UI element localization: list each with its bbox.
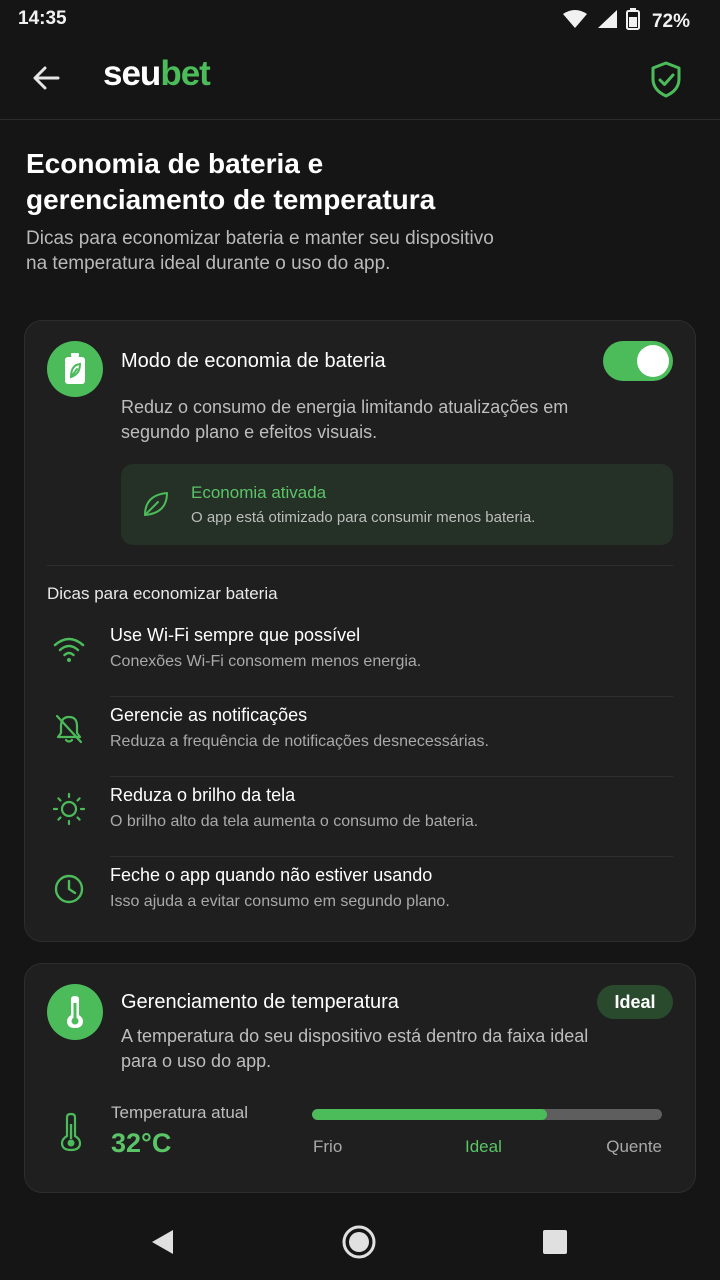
page-title: Economia de bateria e gerenciamento de t… bbox=[26, 148, 436, 215]
arrow-left-icon bbox=[32, 66, 60, 95]
system-nav-bar bbox=[0, 1200, 720, 1280]
gauge-label-high: Quente bbox=[606, 1137, 662, 1156]
tip-title: Feche o app quando não estiver usando bbox=[110, 865, 433, 885]
nav-recents-button[interactable] bbox=[535, 1224, 575, 1264]
app-bar: seubet bbox=[0, 40, 720, 120]
leaf-icon bbox=[141, 489, 171, 524]
battery-saver-toggle[interactable] bbox=[603, 341, 673, 381]
tip-text: O brilho alto da tela aumenta o consumo … bbox=[110, 813, 479, 830]
tip-item: Use Wi-Fi sempre que possível Conexões W… bbox=[47, 617, 673, 697]
recents-square-icon bbox=[542, 1229, 568, 1260]
bell-off-icon bbox=[51, 711, 87, 747]
status-bar: 14:35 72% bbox=[0, 0, 720, 40]
temperature-gauge bbox=[312, 1109, 662, 1120]
saver-status-box: Economia ativada O app está otimizado pa… bbox=[121, 464, 673, 545]
tips-heading: Dicas para economizar bateria bbox=[47, 584, 278, 603]
logo-text-seu: seu bbox=[103, 54, 161, 93]
battery-leaf-icon bbox=[47, 341, 103, 397]
tip-title: Reduza o brilho da tela bbox=[110, 785, 296, 805]
divider bbox=[47, 565, 673, 566]
wifi-icon bbox=[562, 9, 588, 34]
temperature-gauge-fill bbox=[312, 1109, 547, 1120]
battery-icon bbox=[625, 8, 640, 35]
gauge-label-low: Frio bbox=[313, 1137, 343, 1156]
security-button[interactable] bbox=[648, 60, 684, 100]
saver-status-title: Economia ativada bbox=[191, 483, 327, 502]
app-logo: seubet bbox=[103, 54, 211, 94]
nav-home-button[interactable] bbox=[339, 1224, 379, 1264]
toggle-knob bbox=[637, 345, 669, 377]
battery-percent: 72% bbox=[651, 10, 690, 32]
battery-saver-description: Reduz o consumo de energia limitando atu… bbox=[121, 397, 569, 442]
logo-text-bet: bet bbox=[160, 54, 210, 93]
saver-status-text: O app está otimizado para consumir menos… bbox=[191, 509, 536, 526]
gauge-label-mid: Ideal bbox=[465, 1137, 502, 1156]
current-temperature-label: Temperatura atual bbox=[111, 1103, 249, 1122]
signal-icon bbox=[596, 9, 618, 34]
tip-item: Gerencie as notificações Reduza a frequê… bbox=[47, 697, 673, 777]
tip-text: Isso ajuda a evitar consumo em segundo p… bbox=[110, 893, 450, 910]
wifi-icon bbox=[51, 631, 87, 667]
battery-saver-card: Modo de economia de bateria Reduz o cons… bbox=[24, 320, 696, 942]
nav-back-button[interactable] bbox=[142, 1224, 182, 1264]
home-circle-icon bbox=[341, 1224, 377, 1265]
temperature-card: Gerenciamento de temperatura Ideal A tem… bbox=[24, 963, 696, 1193]
back-button[interactable] bbox=[26, 62, 66, 98]
sun-icon bbox=[51, 791, 87, 827]
clock-icon bbox=[51, 871, 87, 907]
thermometer-icon bbox=[47, 984, 103, 1040]
tip-title: Gerencie as notificações bbox=[110, 705, 308, 725]
status-badge: Ideal bbox=[597, 985, 673, 1019]
tip-text: Reduza a frequência de notificações desn… bbox=[110, 733, 489, 750]
thermometer-outline-icon bbox=[59, 1112, 83, 1157]
tip-item: Reduza o brilho da tela O brilho alto da… bbox=[47, 777, 673, 857]
tip-item: Feche o app quando não estiver usando Is… bbox=[47, 857, 673, 937]
battery-saver-title: Modo de economia de bateria bbox=[121, 350, 386, 372]
back-triangle-icon bbox=[149, 1228, 175, 1261]
current-temperature-value: 32°C bbox=[111, 1128, 172, 1158]
status-time: 14:35 bbox=[18, 8, 67, 29]
tip-title: Use Wi-Fi sempre que possível bbox=[110, 625, 361, 645]
temperature-title: Gerenciamento de temperatura bbox=[121, 991, 399, 1013]
page-subtitle: Dicas para economizar bateria e manter s… bbox=[26, 228, 494, 274]
tip-text: Conexões Wi-Fi consomem menos energia. bbox=[110, 653, 422, 670]
shield-check-icon bbox=[648, 61, 684, 104]
status-icons: 72% bbox=[562, 8, 690, 35]
temperature-description: A temperatura do seu dispositivo está de… bbox=[121, 1026, 589, 1071]
